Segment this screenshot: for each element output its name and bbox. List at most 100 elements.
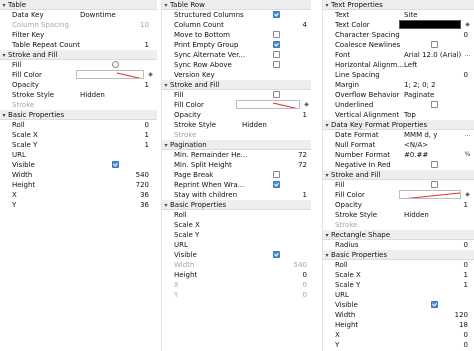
coalesce-newlines-checkbox[interactable] bbox=[431, 41, 438, 48]
print-empty-group-checkbox[interactable] bbox=[273, 41, 280, 48]
scale-x-field[interactable]: 1 bbox=[145, 130, 149, 140]
underlined-checkbox[interactable] bbox=[431, 101, 438, 108]
data-key-field[interactable]: Downtime bbox=[80, 10, 116, 20]
negative-in-red-checkbox[interactable] bbox=[431, 161, 438, 168]
column-spacing-field[interactable]: 10 bbox=[140, 20, 149, 30]
fill-color-swatch[interactable] bbox=[399, 190, 461, 199]
height-field[interactable]: 720 bbox=[136, 180, 149, 190]
row-radius: Radius 0 bbox=[335, 240, 468, 250]
section-stroke-fill-header[interactable]: ▾ Stroke and Fill bbox=[162, 80, 311, 90]
page-break-checkbox[interactable] bbox=[273, 171, 280, 178]
section-text-properties-header[interactable]: ▾ Text Properties bbox=[323, 0, 474, 10]
paint-bucket-icon[interactable]: ◈ bbox=[146, 70, 155, 79]
x-field[interactable]: 36 bbox=[140, 190, 149, 200]
reprint-checkbox[interactable] bbox=[273, 181, 280, 188]
font-field[interactable]: Arial 12.0 (Arial) bbox=[404, 50, 461, 60]
row-table-repeat-count: Table Repeat Count 1 bbox=[12, 40, 149, 50]
x-field[interactable]: 0 bbox=[464, 330, 468, 340]
radius-field[interactable]: 0 bbox=[464, 240, 468, 250]
min-remainder-field[interactable]: 72 bbox=[298, 150, 307, 160]
column-count-field[interactable]: 4 bbox=[303, 20, 307, 30]
stroke-style-select[interactable]: Hidden bbox=[404, 210, 429, 220]
row-x: X 0 bbox=[174, 280, 307, 290]
row-column-spacing: Column Spacing 10 bbox=[12, 20, 149, 30]
null-format-field[interactable]: <N/A> bbox=[404, 140, 428, 150]
section-basic-properties-header[interactable]: ▾ Basic Properties bbox=[162, 200, 311, 210]
row-fill: Fill bbox=[162, 90, 311, 100]
section-data-key-format-header[interactable]: ▾ Data Key Format Properties bbox=[323, 120, 474, 130]
date-format-field[interactable]: MMM d, y bbox=[404, 130, 437, 140]
ellipsis-button[interactable]: ... bbox=[463, 50, 472, 59]
scale-y-field[interactable]: 1 bbox=[464, 280, 468, 290]
y-field[interactable]: 0 bbox=[464, 340, 468, 350]
scale-x-field[interactable]: 1 bbox=[464, 270, 468, 280]
fill-color-swatch[interactable] bbox=[236, 100, 300, 109]
margin-field[interactable]: 1; 2; 0; 2 bbox=[404, 80, 436, 90]
row-line-spacing: Line Spacing 0 bbox=[335, 70, 468, 80]
section-pagination-header[interactable]: ▾ Pagination bbox=[162, 140, 311, 150]
row-reprint: Reprint When Wra... bbox=[162, 180, 311, 190]
visible-checkbox[interactable] bbox=[273, 251, 280, 258]
table-repeat-count-field[interactable]: 1 bbox=[145, 40, 149, 50]
section-basic-properties-header[interactable]: ▾ Basic Properties bbox=[0, 110, 157, 120]
row-structured-columns: Structured Columns bbox=[162, 10, 311, 20]
paint-bucket-icon[interactable]: ◈ bbox=[463, 190, 472, 199]
visible-checkbox[interactable] bbox=[112, 161, 119, 168]
stroke-style-select[interactable]: Hidden bbox=[80, 90, 105, 100]
section-stroke-fill-header[interactable]: ▾ Stroke and Fill bbox=[323, 170, 474, 180]
section-stroke-fill-header[interactable]: ▾ Stroke and Fill bbox=[0, 50, 157, 60]
width-field[interactable]: 120 bbox=[455, 310, 468, 320]
paint-bucket-icon[interactable]: ◈ bbox=[302, 100, 311, 109]
structured-columns-checkbox[interactable] bbox=[273, 11, 280, 18]
fill-color-swatch[interactable] bbox=[76, 70, 144, 79]
text-field[interactable]: Site bbox=[404, 10, 417, 20]
y-field[interactable]: 36 bbox=[140, 200, 149, 210]
stay-with-children-field[interactable]: 1 bbox=[303, 190, 307, 200]
char-spacing-field[interactable]: 0 bbox=[464, 30, 468, 40]
stroke-style-select[interactable]: Hidden bbox=[242, 120, 267, 130]
number-format-field[interactable]: #0.## bbox=[404, 150, 428, 160]
opacity-field[interactable]: 1 bbox=[145, 80, 149, 90]
fill-checkbox[interactable] bbox=[431, 181, 438, 188]
row-scale-x: Scale X 1 bbox=[12, 130, 149, 140]
opacity-field[interactable]: 1 bbox=[303, 110, 307, 120]
visible-checkbox[interactable] bbox=[431, 301, 438, 308]
height-field[interactable]: 18 bbox=[459, 320, 468, 330]
roll-field[interactable]: 0 bbox=[464, 260, 468, 270]
row-version-key: Version Key bbox=[174, 71, 215, 79]
percent-format-icon[interactable]: % bbox=[463, 150, 472, 159]
vertical-alignment-select[interactable]: Top bbox=[404, 110, 416, 120]
row-scale-y: Scale Y bbox=[174, 231, 200, 239]
row-visible: Visible bbox=[162, 250, 311, 260]
roll-field[interactable]: 0 bbox=[145, 120, 149, 130]
fill-checkbox[interactable] bbox=[273, 91, 280, 98]
row-width: Width 120 bbox=[335, 310, 468, 320]
min-split-field[interactable]: 72 bbox=[298, 160, 307, 170]
text-color-swatch[interactable] bbox=[399, 20, 461, 29]
section-table-row-header[interactable]: ▾ Table Row bbox=[162, 0, 311, 10]
row-data-key: Data Key Downtime bbox=[12, 10, 116, 20]
section-basic-properties-header[interactable]: ▾ Basic Properties bbox=[323, 250, 474, 260]
no-color-slash-icon bbox=[116, 72, 141, 78]
section-rectangle-shape-header[interactable]: ▾ Rectangle Shape bbox=[323, 230, 474, 240]
width-field[interactable]: 540 bbox=[294, 260, 307, 270]
sync-row-above-checkbox[interactable] bbox=[273, 61, 280, 68]
overflow-behavior-select[interactable]: Paginate bbox=[404, 90, 434, 100]
row-sync-alternate: Sync Alternate Ver... bbox=[162, 50, 311, 60]
scale-y-field[interactable]: 1 bbox=[145, 140, 149, 150]
horizontal-alignment-select[interactable]: Left bbox=[404, 60, 417, 70]
move-to-bottom-checkbox[interactable] bbox=[273, 31, 280, 38]
row-sync-row-above: Sync Row Above bbox=[162, 60, 311, 70]
width-field[interactable]: 540 bbox=[136, 170, 149, 180]
y-field[interactable]: 0 bbox=[303, 290, 307, 300]
line-spacing-field[interactable]: 0 bbox=[464, 70, 468, 80]
paint-bucket-icon[interactable]: ◈ bbox=[463, 20, 472, 29]
ellipsis-button[interactable]: ... bbox=[463, 130, 472, 139]
opacity-field[interactable]: 1 bbox=[464, 200, 468, 210]
row-url: URL bbox=[12, 151, 26, 159]
fill-checkbox[interactable] bbox=[112, 61, 119, 68]
section-table-header[interactable]: ▾ Table bbox=[0, 0, 157, 10]
sync-alternate-checkbox[interactable] bbox=[273, 51, 280, 58]
height-field[interactable]: 0 bbox=[303, 270, 307, 280]
x-field[interactable]: 0 bbox=[303, 280, 307, 290]
